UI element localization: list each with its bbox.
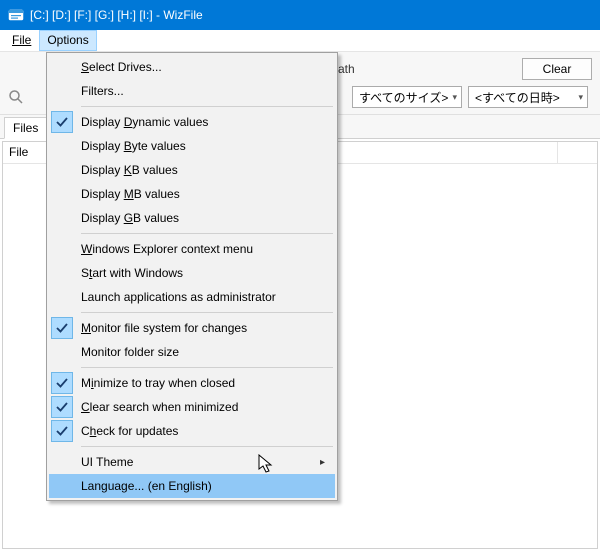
check-icon <box>51 111 73 133</box>
menu-separator <box>81 367 333 368</box>
menu-options[interactable]: Options <box>39 30 96 51</box>
path-label: ath <box>338 62 355 76</box>
menu-item-check-updates[interactable]: Check for updates <box>49 419 335 443</box>
menu-item-explorer-context[interactable]: Windows Explorer context menu <box>49 237 335 261</box>
size-filter-combo[interactable]: すべてのサイズ> ▾ <box>352 86 462 108</box>
menu-item-label: Filters... <box>81 84 124 98</box>
menu-item-filters[interactable]: Filters... <box>49 79 335 103</box>
menu-item-select-drives[interactable]: Select Drives... <box>49 55 335 79</box>
check-icon <box>51 317 73 339</box>
menu-item-label: UI Theme <box>81 455 133 469</box>
menu-item-label: Start with Windows <box>81 266 183 280</box>
options-dropdown: Select Drives... Filters... Display Dynami… <box>46 52 338 501</box>
menu-separator <box>81 106 333 107</box>
menu-item-label: Minimize to tray when closed <box>81 376 235 390</box>
menu-item-language[interactable]: Language... (en English) <box>49 474 335 498</box>
menu-item-ui-theme[interactable]: UI Theme ▸ <box>49 450 335 474</box>
menu-item-label: Monitor file system for changes <box>81 321 247 335</box>
menu-item-label: Display KB values <box>81 163 178 177</box>
date-filter-combo[interactable]: <すべての日時> ▾ <box>468 86 588 108</box>
menu-item-monitor-folder[interactable]: Monitor folder size <box>49 340 335 364</box>
menu-file[interactable]: File <box>4 30 39 51</box>
search-icon[interactable] <box>8 89 24 105</box>
menu-item-display-byte[interactable]: Display Byte values <box>49 134 335 158</box>
check-icon <box>51 396 73 418</box>
chevron-down-icon: ▾ <box>452 92 457 103</box>
menu-item-label: Language... (en English) <box>81 479 212 493</box>
clear-button[interactable]: Clear <box>522 58 592 80</box>
window-title: [C:] [D:] [F:] [G:] [H:] [I:] - WizFile <box>30 8 203 22</box>
menu-item-label: Clear search when minimized <box>81 400 238 414</box>
menu-separator <box>81 446 333 447</box>
menu-item-label: Display Byte values <box>81 139 186 153</box>
menu-bar: File Options <box>0 30 600 52</box>
menu-item-label: Check for updates <box>81 424 178 438</box>
menu-item-start-with-windows[interactable]: Start with Windows <box>49 261 335 285</box>
menu-separator <box>81 233 333 234</box>
menu-item-display-mb[interactable]: Display MB values <box>49 182 335 206</box>
app-icon <box>8 7 24 23</box>
tab-files[interactable]: Files <box>4 117 47 139</box>
menu-item-display-dynamic[interactable]: Display Dynamic values <box>49 110 335 134</box>
menu-item-display-gb[interactable]: Display GB values <box>49 206 335 230</box>
menu-item-label: Display MB values <box>81 187 180 201</box>
check-icon <box>51 420 73 442</box>
menu-item-monitor-fs[interactable]: Monitor file system for changes <box>49 316 335 340</box>
title-bar: [C:] [D:] [F:] [G:] [H:] [I:] - WizFile <box>0 0 600 30</box>
menu-item-display-kb[interactable]: Display KB values <box>49 158 335 182</box>
menu-item-label: Display Dynamic values <box>81 115 208 129</box>
menu-item-clear-search[interactable]: Clear search when minimized <box>49 395 335 419</box>
menu-item-minimize-tray[interactable]: Minimize to tray when closed <box>49 371 335 395</box>
menu-item-label: Launch applications as administrator <box>81 290 276 304</box>
menu-item-label: Select Drives... <box>81 60 162 74</box>
check-icon <box>51 372 73 394</box>
chevron-down-icon: ▾ <box>578 92 583 103</box>
menu-item-label: Windows Explorer context menu <box>81 242 253 256</box>
chevron-right-icon: ▸ <box>320 457 325 468</box>
menu-separator <box>81 312 333 313</box>
menu-item-label: Monitor folder size <box>81 345 179 359</box>
menu-item-launch-admin[interactable]: Launch applications as administrator <box>49 285 335 309</box>
menu-item-label: Display GB values <box>81 211 179 225</box>
